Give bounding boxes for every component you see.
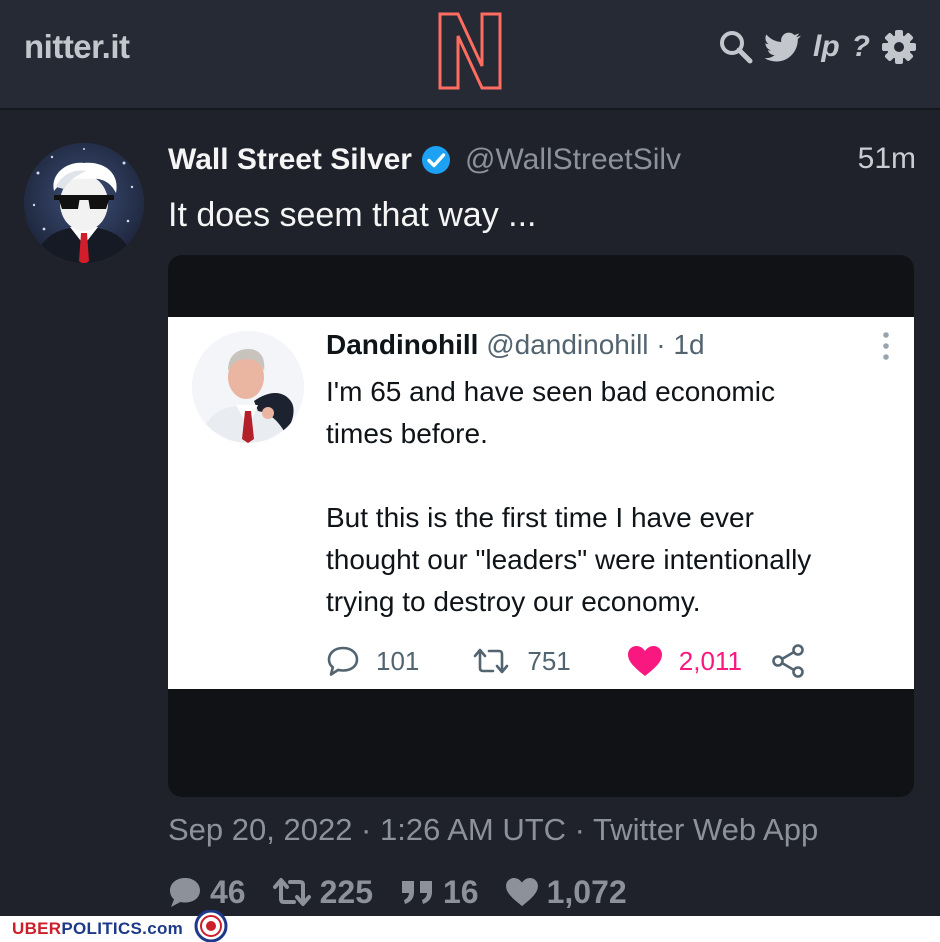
lp-icon[interactable]: lp	[813, 30, 840, 64]
embedded-header: Dandinohill @dandinohill · 1d	[326, 329, 705, 361]
embedded-line: trying to destroy our economy.	[326, 586, 701, 617]
heart-icon	[505, 877, 538, 907]
embedded-retweet: 751	[471, 645, 571, 677]
tweet-stats: 46 225 16 1,072	[168, 872, 653, 912]
comment-icon	[327, 646, 359, 676]
embedded-reply: 101	[326, 645, 419, 677]
tweet-header: Wall Street Silver @WallStreetSilv 51m	[168, 140, 916, 180]
tweet-time[interactable]: 51m	[858, 142, 916, 176]
embedded-actions: 101 751 2,011	[326, 643, 806, 679]
nitter-logo[interactable]	[436, 10, 504, 90]
twitter-bird-icon[interactable]	[765, 32, 801, 62]
nav-icons: lp ?	[719, 30, 916, 64]
tweet-text: It does seem that way ...	[168, 196, 537, 234]
embedded-line: thought our "leaders" were intentionally	[326, 544, 812, 575]
lion-badge-icon	[194, 910, 228, 942]
reply-count: 46	[210, 873, 246, 910]
watermark-text: UBERPOLITICS.com	[12, 919, 183, 939]
tweet-date[interactable]: Sep 20, 2022 · 1:26 AM UTC · Twitter Web…	[168, 812, 818, 848]
embedded-handle: @dandinohill · 1d	[478, 329, 705, 360]
verified-icon	[421, 146, 450, 174]
watermark-uber: UBER	[12, 919, 62, 938]
embedded-tweet-screenshot: Dandinohill @dandinohill · 1d I'm 65 and…	[168, 317, 914, 689]
top-navbar: nitter.it lp ?	[0, 0, 940, 110]
embedded-line: times before.	[326, 418, 488, 449]
like-stat[interactable]: 1,072	[505, 874, 627, 911]
site-name-link[interactable]: nitter.it	[24, 28, 130, 66]
embedded-text: I'm 65 and have seen bad economic times …	[326, 371, 896, 623]
retweet-icon	[474, 648, 509, 674]
tweet-username[interactable]: @WallStreetSilv	[465, 143, 681, 177]
share-icon	[772, 644, 804, 678]
search-icon[interactable]	[719, 30, 753, 64]
gear-icon[interactable]	[882, 30, 916, 64]
like-count: 1,072	[546, 873, 627, 910]
retweet-stat[interactable]: 225	[272, 874, 373, 911]
embedded-like: 2,011	[627, 645, 742, 677]
quote-stat[interactable]: 16	[399, 874, 479, 911]
retweet-icon	[272, 878, 311, 906]
more-options-icon	[883, 332, 889, 360]
embedded-line: I'm 65 and have seen bad economic	[326, 376, 775, 407]
comment-icon	[170, 878, 200, 907]
embedded-line: But this is the first time I have ever	[326, 502, 754, 533]
watermark-banner: UBERPOLITICS.com	[0, 910, 940, 942]
tweet-fullname[interactable]: Wall Street Silver	[168, 143, 412, 177]
avatar[interactable]	[24, 143, 144, 263]
embedded-like-count: 2,011	[678, 645, 742, 676]
embedded-avatar	[192, 331, 304, 443]
retweet-count: 225	[319, 873, 373, 910]
quote-count: 16	[442, 873, 479, 910]
embedded-reply-count: 101	[376, 645, 420, 676]
reply-stat[interactable]: 46	[168, 874, 246, 911]
heart-filled-icon	[627, 646, 662, 676]
tweet-media-image[interactable]: Dandinohill @dandinohill · 1d I'm 65 and…	[168, 255, 914, 797]
embedded-retweet-count: 751	[527, 645, 571, 676]
embedded-share	[770, 644, 806, 678]
embedded-name: Dandinohill	[326, 329, 479, 360]
watermark-politics: POLITICS.com	[61, 919, 184, 938]
help-icon[interactable]: ?	[852, 30, 870, 64]
quote-icon	[401, 881, 432, 904]
